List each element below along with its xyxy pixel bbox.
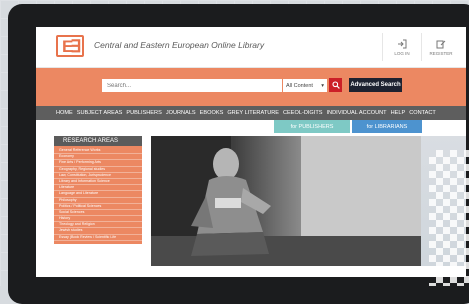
site-logo[interactable]: E∃ <box>56 35 84 57</box>
account-actions: LOG IN REGISTER <box>382 33 460 61</box>
audience-tabs: for PUBLISHERS for LIBRARIANS <box>36 120 466 133</box>
login-label: LOG IN <box>394 50 410 56</box>
research-area-item[interactable]: Essay (Book Review / Scientific Life <box>54 235 142 241</box>
advanced-search-button[interactable]: Advanced Search <box>349 78 402 92</box>
main-nav: HOME SUBJECT AREAS PUBLISHERS JOURNALS E… <box>36 106 466 120</box>
search-icon <box>331 81 340 89</box>
research-areas-heading: RESEARCH AREAS <box>54 136 142 146</box>
research-areas-list: General Reference Works Economy Fine Art… <box>54 146 142 244</box>
nav-grey-literature[interactable]: GREY LITERATURE <box>227 110 279 116</box>
hero-photo <box>151 136 426 266</box>
nav-ebooks[interactable]: EBOOKS <box>200 110 224 116</box>
search-input[interactable] <box>102 79 282 92</box>
elderly-man-photo <box>151 136 426 266</box>
nav-ceeol-digits[interactable]: CEEOL-DIGITS <box>283 110 322 116</box>
register-label: REGISTER <box>429 50 453 56</box>
checkered-decoration <box>429 150 469 286</box>
register-icon <box>436 40 446 48</box>
nav-publishers[interactable]: PUBLISHERS <box>126 110 161 116</box>
search-scope-value: All Content <box>286 82 313 89</box>
chevron-down-icon: ▾ <box>321 82 324 89</box>
browser-screen: E∃ Central and Eastern European Online L… <box>36 27 466 277</box>
login-button[interactable]: LOG IN <box>382 33 421 61</box>
nav-home[interactable]: HOME <box>56 110 73 116</box>
research-areas-panel: RESEARCH AREAS General Reference Works E… <box>54 136 142 244</box>
login-icon <box>398 39 407 48</box>
search-scope-select[interactable]: All Content ▾ <box>283 79 327 92</box>
tab-for-publishers[interactable]: for PUBLISHERS <box>274 120 350 133</box>
search-band: All Content ▾ Advanced Search <box>36 68 466 106</box>
tablet-device: E∃ Central and Eastern European Online L… <box>8 4 469 304</box>
nav-journals[interactable]: JOURNALS <box>166 110 196 116</box>
nav-individual-account[interactable]: INDIVIDUAL ACCOUNT <box>327 110 387 116</box>
site-title: Central and Eastern European Online Libr… <box>94 40 265 50</box>
nav-help[interactable]: HELP <box>391 110 406 116</box>
search-button[interactable] <box>329 78 342 92</box>
nav-subject-areas[interactable]: SUBJECT AREAS <box>77 110 123 116</box>
main-content: RESEARCH AREAS General Reference Works E… <box>36 133 466 277</box>
register-button[interactable]: REGISTER <box>421 33 460 61</box>
nav-contact[interactable]: CONTACT <box>409 110 436 116</box>
tab-for-librarians[interactable]: for LIBRARIANS <box>352 120 422 133</box>
site-header: E∃ Central and Eastern European Online L… <box>36 27 466 68</box>
